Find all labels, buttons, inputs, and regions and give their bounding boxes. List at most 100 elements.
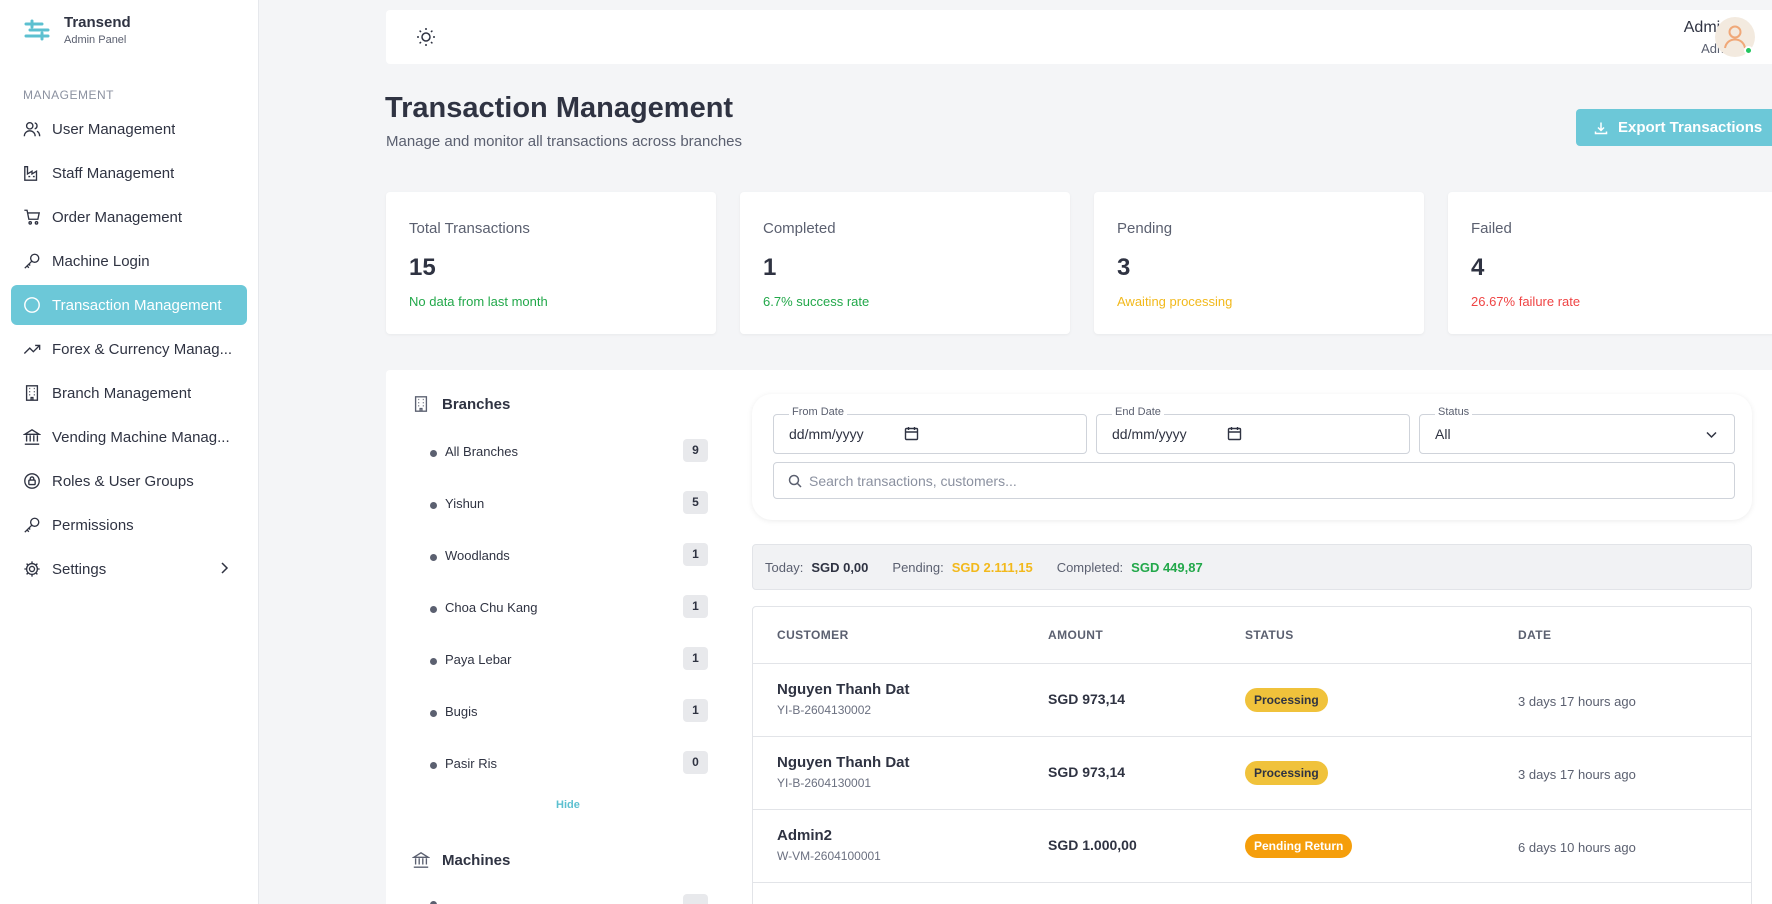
machine-count-badge [683,894,708,904]
sidebar-item-forex-currency[interactable]: Forex & Currency Manag... [11,329,247,369]
sidebar-item-roles-user-groups[interactable]: Roles & User Groups [11,461,247,501]
sidebar-item-label: Branch Management [52,384,192,402]
table-header: CUSTOMER AMOUNT STATUS DATE [753,607,1751,664]
sidebar-item-branch-management[interactable]: Branch Management [11,373,247,413]
sidebar: Transend Admin Panel MANAGEMENT User Man… [0,0,259,904]
transactions-table: CUSTOMER AMOUNT STATUS DATE Nguyen Thanh… [752,606,1752,904]
from-date-field[interactable]: From Date dd/mm/yyyy [773,406,1087,454]
bullet-icon [430,710,437,717]
chevron-right-icon [221,562,229,574]
export-button-label: Export Transactions [1618,119,1763,136]
sidebar-item-machine-login[interactable]: Machine Login [11,241,247,281]
sidebar-item-staff-management[interactable]: Staff Management [11,153,247,193]
customer-name: Nguyen Thanh Dat [777,754,910,771]
sidebar-item-user-management[interactable]: User Management [11,109,247,149]
branch-name: Woodlands [445,548,510,563]
stat-card-failed: Failed 4 26.67% failure rate [1448,192,1772,334]
sidebar-item-label: User Management [52,120,176,138]
branches-heading: Branches [412,395,510,413]
page-title: Transaction Management [385,92,734,124]
bullet-icon [430,554,437,561]
transaction-id: YI-B-2604130001 [777,776,872,790]
status-select[interactable]: Status All [1419,406,1735,454]
building-icon [414,396,428,412]
sidebar-item-order-management[interactable]: Order Management [11,197,247,237]
sidebar-item-label: Transaction Management [52,296,222,314]
key-icon [24,517,40,533]
branch-item-woodlands[interactable]: Woodlands 1 [430,543,708,600]
completed-label: Completed: [1056,559,1124,575]
sidebar-nav: User Management Staff Management Order M… [11,109,247,593]
trend-up-icon [23,344,41,354]
transactions-panel: Branches All Branches 9 Yishun 5 Woodlan… [386,370,1772,904]
search-input[interactable]: Search transactions, customers... [773,462,1735,499]
date-cell: 3 days 17 hours ago [1518,767,1636,782]
table-row[interactable]: Nguyen Thanh Dat YI-B-2604130002 SGD 973… [753,664,1751,737]
from-date-label: From Date [789,406,847,418]
sidebar-item-settings[interactable]: Settings [11,549,247,589]
bullet-icon [430,502,437,509]
column-header-amount[interactable]: AMOUNT [1048,628,1103,642]
customer-cell: Nguyen Thanh Dat YI-B-2604130001 [777,754,910,790]
amount-cell: SGD 973,14 [1048,691,1126,707]
branch-item-paya-lebar[interactable]: Paya Lebar 1 [430,647,708,704]
transend-logo-icon [24,19,50,41]
branch-count-badge: 1 [683,699,708,722]
table-row[interactable]: Admin2 W-VM-2604100001 SGD 1.000,00 Pend… [753,810,1751,883]
branch-name: Paya Lebar [445,652,512,667]
stat-note: 26.67% failure rate [1471,294,1581,309]
status-badge: Pending Return [1245,834,1353,858]
hide-branches-link[interactable]: Hide [556,799,580,811]
sidebar-item-label: Order Management [52,208,183,226]
cart-icon [24,209,41,225]
export-transactions-button[interactable]: Export Transactions [1576,109,1772,146]
stat-card-pending: Pending 3 Awaiting processing [1094,192,1424,334]
machines-heading: Machines [412,851,510,869]
branch-name: Bugis [445,704,478,719]
branch-count-badge: 1 [683,647,708,670]
bullet-icon [430,762,437,769]
online-status-dot [1744,46,1753,55]
stat-value: 1 [763,254,777,281]
column-header-status[interactable]: STATUS [1245,628,1294,642]
status-badge: Processing [1245,761,1328,785]
branch-name: Pasir Ris [445,756,498,771]
column-header-customer[interactable]: CUSTOMER [777,628,849,642]
status-value: All [1435,426,1451,442]
sidebar-item-permissions[interactable]: Permissions [11,505,247,545]
branch-item-all[interactable]: All Branches 9 [430,439,708,496]
calendar-icon[interactable] [1227,426,1242,441]
end-date-field[interactable]: End Date dd/mm/yyyy [1096,406,1410,454]
stat-card-completed: Completed 1 6.7% success rate [740,192,1070,334]
branch-item-bugis[interactable]: Bugis 1 [430,699,708,756]
table-row[interactable]: Nguyen Thanh Dat YI-B-2604130001 SGD 973… [753,737,1751,810]
branch-item-choa-chu-kang[interactable]: Choa Chu Kang 1 [430,595,708,652]
customer-cell: Admin2 W-VM-2604100001 [777,827,881,863]
status-badge: Processing [1245,688,1328,712]
branch-list: All Branches 9 Yishun 5 Woodlands 1 Choa… [430,439,708,808]
branch-name: Yishun [445,496,485,511]
sidebar-item-label: Staff Management [52,164,175,182]
branch-item-yishun[interactable]: Yishun 5 [430,491,708,548]
summary-bar: Today: SGD 0,00 Pending: SGD 2.111,15 Co… [752,544,1752,590]
stat-card-total: Total Transactions 15 No data from last … [386,192,716,334]
stat-label: Failed [1471,220,1512,237]
stat-label: Pending [1117,220,1173,237]
sidebar-item-label: Permissions [52,516,134,534]
stat-value: 3 [1117,254,1131,281]
bullet-icon [430,606,437,613]
gear-icon [24,561,40,577]
sidebar-item-vending-machine[interactable]: Vending Machine Manag... [11,417,247,457]
customer-name: Nguyen Thanh Dat [777,681,910,698]
machine-list-item[interactable] [430,894,708,904]
stat-note: No data from last month [409,294,548,309]
column-header-date[interactable]: DATE [1518,628,1551,642]
date-cell: 3 days 17 hours ago [1518,694,1636,709]
page-subtitle: Manage and monitor all transactions acro… [386,133,743,150]
sun-icon[interactable] [416,27,436,47]
search-placeholder: Search transactions, customers... [809,473,1017,489]
stat-label: Total Transactions [409,220,530,237]
sidebar-item-transaction-management[interactable]: Transaction Management [11,285,247,325]
brand[interactable]: Transend Admin Panel [22,14,131,46]
calendar-icon[interactable] [904,426,919,441]
